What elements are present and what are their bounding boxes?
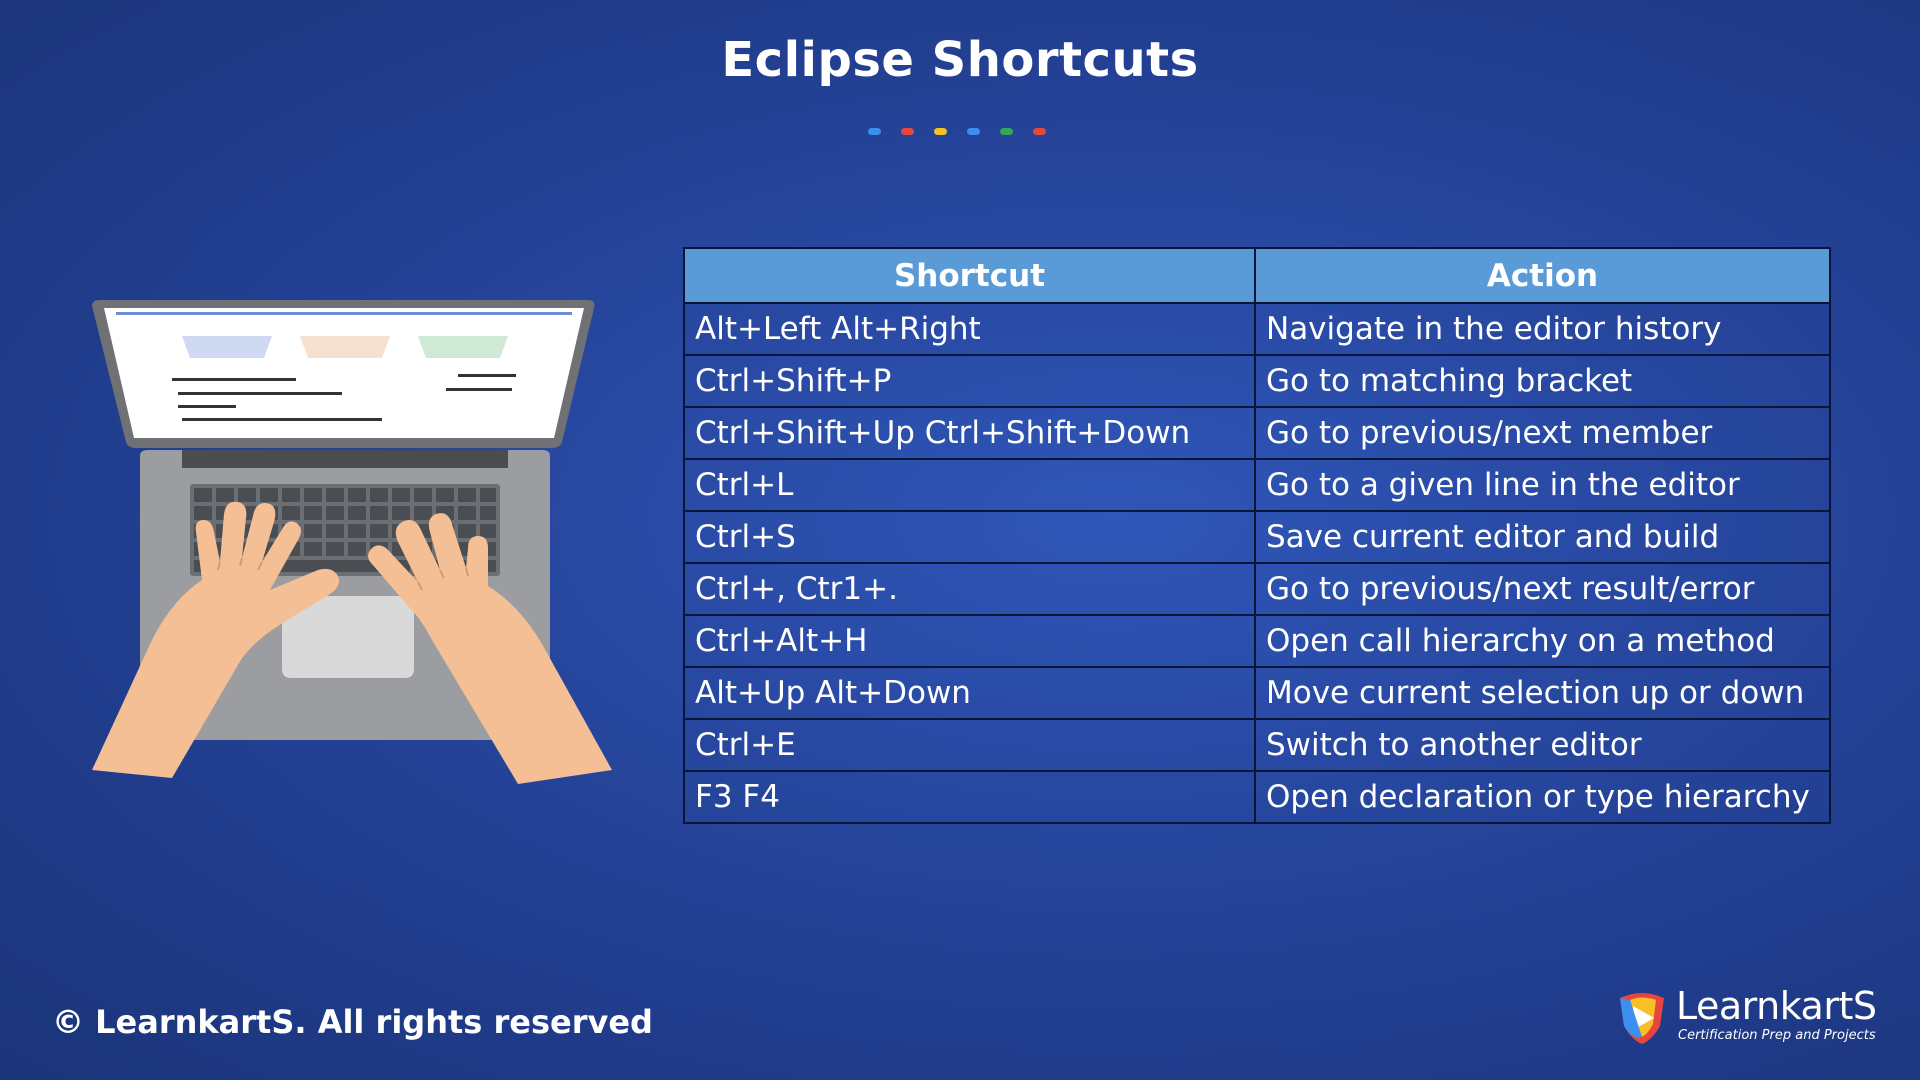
table-row: Ctrl+Alt+H Open call hierarchy on a meth… (683, 614, 1831, 668)
table-row: Alt+Up Alt+Down Move current selection u… (683, 666, 1831, 720)
shortcut-cell: Alt+Up Alt+Down (683, 666, 1256, 720)
action-cell: Go to a given line in the editor (1254, 458, 1831, 512)
shortcut-cell: Ctrl+S (683, 510, 1256, 564)
action-cell: Go to previous/next result/error (1254, 562, 1831, 616)
shortcut-cell: Ctrl+, Ctr1+. (683, 562, 1256, 616)
table-row: Ctrl+E Switch to another editor (683, 718, 1831, 772)
play-shield-icon (1620, 993, 1664, 1044)
logo-tagline: Certification Prep and Projects (1678, 1028, 1876, 1043)
column-header-shortcut: Shortcut (683, 247, 1256, 304)
shortcut-cell: Ctrl+Shift+P (683, 354, 1256, 408)
table-header-row: Shortcut Action (683, 247, 1831, 304)
laptop-icon (92, 300, 612, 784)
shortcut-cell: F3 F4 (683, 770, 1256, 824)
action-cell: Navigate in the editor history (1254, 302, 1831, 356)
shortcuts-table: Shortcut Action Alt+Left Alt+Right Navig… (683, 247, 1831, 824)
action-cell: Go to previous/next member (1254, 406, 1831, 460)
column-header-action: Action (1254, 247, 1831, 304)
accent-dot (934, 128, 947, 135)
shortcut-cell: Ctrl+Shift+Up Ctrl+Shift+Down (683, 406, 1256, 460)
table-row: Alt+Left Alt+Right Navigate in the edito… (683, 302, 1831, 356)
accent-dot (901, 128, 914, 135)
accent-dot (967, 128, 980, 135)
action-cell: Save current editor and build (1254, 510, 1831, 564)
action-cell: Open declaration or type hierarchy (1254, 770, 1831, 824)
action-cell: Move current selection up or down (1254, 666, 1831, 720)
table-row: Ctrl+, Ctr1+. Go to previous/next result… (683, 562, 1831, 616)
table-row: Ctrl+Shift+P Go to matching bracket (683, 354, 1831, 408)
shortcut-cell: Ctrl+L (683, 458, 1256, 512)
table-row: Ctrl+S Save current editor and build (683, 510, 1831, 564)
logo-wordmark: LearnkartS (1676, 984, 1877, 1028)
action-cell: Switch to another editor (1254, 718, 1831, 772)
learnkarts-logo: LearnkartS Certification Prep and Projec… (1616, 984, 1877, 1048)
action-cell: Go to matching bracket (1254, 354, 1831, 408)
accent-dot (868, 128, 881, 135)
accent-dot (1000, 128, 1013, 135)
table-row: Ctrl+Shift+Up Ctrl+Shift+Down Go to prev… (683, 406, 1831, 460)
copyright-notice: © LearnkartS. All rights reserved (52, 1003, 653, 1041)
slide-title: Eclipse Shortcuts (721, 32, 1199, 88)
accent-dot (1033, 128, 1046, 135)
table-row: Ctrl+L Go to a given line in the editor (683, 458, 1831, 512)
table-row: F3 F4 Open declaration or type hierarchy (683, 770, 1831, 824)
action-cell: Open call hierarchy on a method (1254, 614, 1831, 668)
shortcut-cell: Ctrl+Alt+H (683, 614, 1256, 668)
laptop-typing-illustration (92, 300, 612, 790)
shortcuts-table-container: Shortcut Action Alt+Left Alt+Right Navig… (683, 247, 1831, 824)
shortcut-cell: Ctrl+E (683, 718, 1256, 772)
shortcut-cell: Alt+Left Alt+Right (683, 302, 1256, 356)
accent-dots (868, 128, 1046, 135)
